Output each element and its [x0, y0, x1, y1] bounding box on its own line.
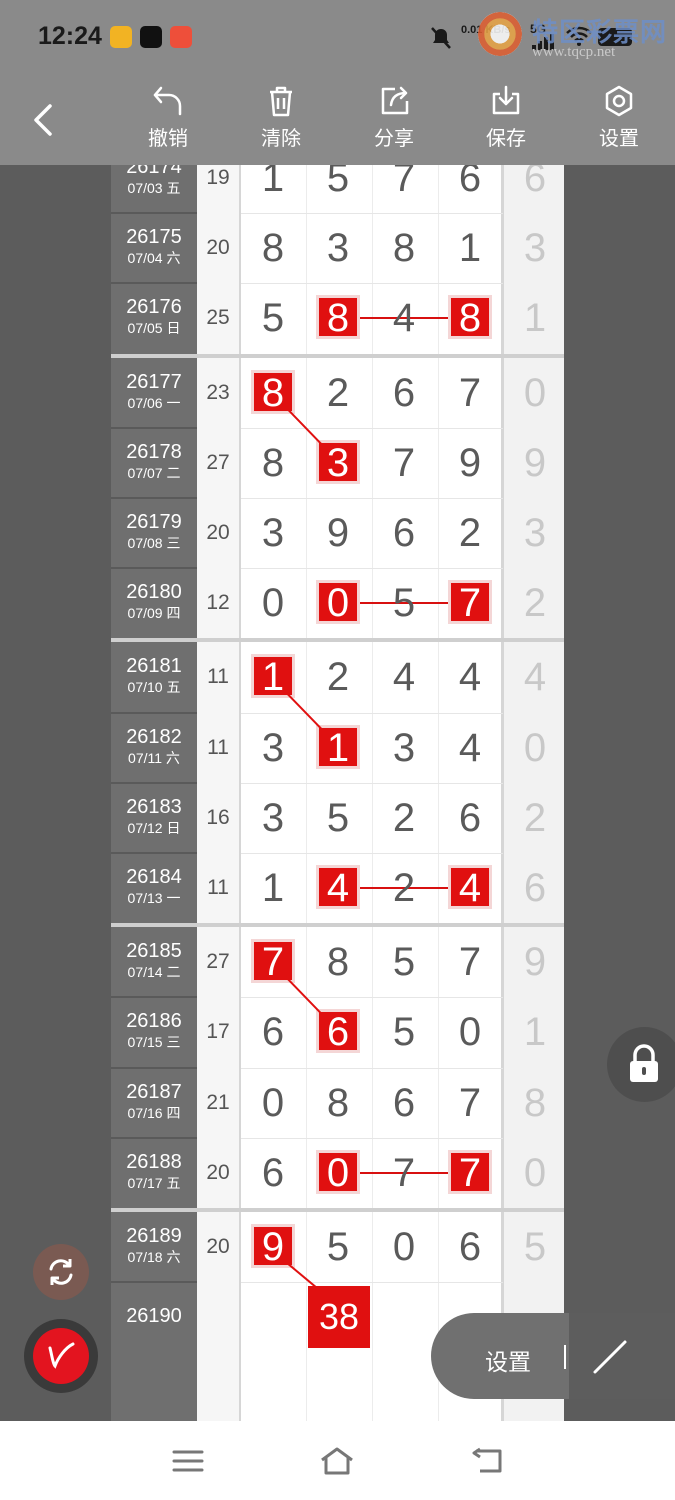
- trend-line: [286, 977, 325, 1018]
- trend-lines: [286, 407, 329, 1298]
- status-time: 12:24: [38, 22, 102, 50]
- pill-divider: [564, 1345, 566, 1369]
- sync-button[interactable]: [33, 1244, 89, 1300]
- download-icon: [492, 85, 520, 115]
- recent-apps-button[interactable]: [172, 1449, 204, 1473]
- back-button[interactable]: [28, 102, 58, 143]
- prediction-box[interactable]: 38: [308, 1286, 370, 1349]
- home-button[interactable]: [319, 1446, 355, 1476]
- back-icon: [472, 1447, 502, 1473]
- menu-icon: [172, 1450, 204, 1472]
- refresh-icon: [49, 1259, 73, 1285]
- undo-button[interactable]: 撤销: [128, 84, 208, 151]
- settings-label: 设置: [599, 128, 639, 150]
- watermark-url: www.tqcp.net: [532, 44, 616, 60]
- undo-label: 撤销: [148, 128, 188, 150]
- tiktok-icon: [140, 26, 162, 48]
- home-icon: [321, 1447, 353, 1475]
- undo-icon: [153, 86, 182, 116]
- pen-button[interactable]: [24, 1319, 98, 1393]
- mute-icon: [430, 26, 452, 55]
- status-bar: 12:24 0.01 KB/s 5G 特区彩票网 www.tqcp.net: [0, 0, 675, 70]
- save-label: 保存: [486, 128, 526, 150]
- watermark-logo-icon: [478, 12, 522, 56]
- trend-line: [286, 407, 325, 448]
- clear-button[interactable]: 清除: [241, 84, 321, 151]
- trend-chart-table[interactable]: 26174 07/03 五 19 1 5 7 6 6 26175 07/04 六 20 8 3 8 1 3 26…: [111, 165, 564, 1421]
- app-notification-icon: [170, 26, 192, 48]
- line-tool-button[interactable]: [569, 1313, 675, 1399]
- save-button[interactable]: 保存: [466, 84, 546, 151]
- trend-line: [286, 692, 325, 733]
- floating-settings-pill[interactable]: 设置: [431, 1313, 675, 1399]
- trash-icon: [270, 86, 292, 117]
- share-icon: [381, 86, 409, 115]
- gear-icon: [605, 85, 633, 117]
- floating-settings-label[interactable]: 设置: [485, 1343, 531, 1377]
- pen-icon: [48, 1342, 75, 1369]
- share-label: 分享: [374, 128, 414, 150]
- lock-icon: [630, 1044, 658, 1082]
- line-tool-icon: [593, 1340, 627, 1374]
- chevron-left-icon: [34, 104, 52, 136]
- system-nav-bar: [0, 1421, 675, 1500]
- app-notification-icon: [110, 26, 132, 48]
- pen-tool[interactable]: [33, 1328, 89, 1384]
- settings-button[interactable]: 设置: [579, 84, 659, 151]
- share-button[interactable]: 分享: [354, 84, 434, 151]
- toolbar: 撤销 清除 分享 保存 设置: [0, 70, 675, 165]
- lock-button[interactable]: [607, 1027, 675, 1102]
- back-nav-button[interactable]: [470, 1447, 504, 1475]
- clear-label: 清除: [261, 128, 301, 150]
